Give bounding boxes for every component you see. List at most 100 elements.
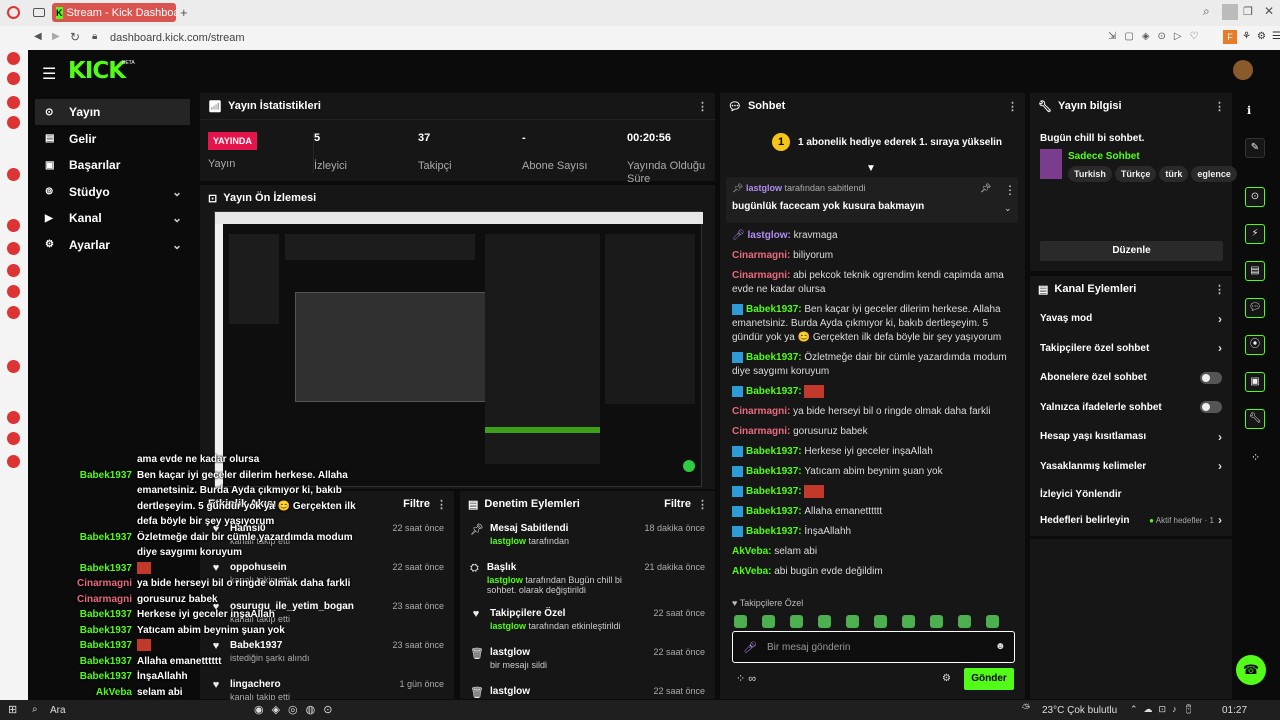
- moderation-user[interactable]: lastglow: [487, 575, 523, 585]
- emote-icon[interactable]: [846, 615, 859, 628]
- browser-tab[interactable]: KStream - Kick Dashboard: [52, 3, 176, 22]
- search-icon[interactable]: ⌕: [1203, 4, 1210, 19]
- restore-icon[interactable]: ❐: [1243, 5, 1253, 18]
- close-icon[interactable]: ✕: [1264, 4, 1274, 18]
- chat-username[interactable]: Babek1937: [746, 466, 798, 477]
- chat-bubble-icon[interactable]: 💬︎: [1245, 298, 1265, 318]
- chat-username[interactable]: Babek1937: [746, 506, 798, 517]
- sidebar-app-icon[interactable]: [7, 96, 20, 109]
- url-text[interactable]: dashboard.kick.com/stream: [110, 32, 245, 44]
- profile-icon[interactable]: F: [1223, 30, 1237, 44]
- moderation-item[interactable]: 📌︎ Mesaj Sabitlendi lastglow tarafından 18 …: [460, 517, 715, 556]
- channel-action-row[interactable]: Hedefleri belirleyin ● Aktif hedefler · 1…: [1030, 507, 1232, 533]
- chat-username[interactable]: AkVeba: [732, 566, 768, 577]
- chat-tools-icon[interactable]: ⁘ ∞: [736, 672, 756, 685]
- channel-action-row[interactable]: İzleyici Yönlendir: [1030, 481, 1232, 507]
- nav-item-4[interactable]: ▶ Kanal ⌄: [35, 205, 190, 231]
- chat-username[interactable]: lastglow: [747, 230, 787, 241]
- forward-icon[interactable]: ▶: [52, 31, 60, 42]
- sidebar-app-icon[interactable]: [7, 168, 20, 181]
- channel-action-row[interactable]: Yasaklanmış kelimeler ›: [1030, 452, 1232, 482]
- chat-username[interactable]: Cinarmagni: [732, 250, 787, 261]
- opera-icon[interactable]: [7, 6, 20, 19]
- tag-chip[interactable]: türk: [1159, 166, 1189, 182]
- emote-icon[interactable]: [734, 615, 747, 628]
- more-icon[interactable]: ⋮: [697, 100, 708, 113]
- search-icon[interactable]: ⌕: [32, 704, 38, 715]
- sidebar-app-icon[interactable]: [7, 72, 20, 85]
- sidebar-app-icon[interactable]: [7, 360, 20, 373]
- chat-username[interactable]: Babek1937: [746, 304, 798, 315]
- chat-username[interactable]: Babek1937: [746, 446, 798, 457]
- layout-icon[interactable]: ▣: [1245, 372, 1265, 392]
- sidebar-app-icon[interactable]: [7, 411, 20, 424]
- more-icon[interactable]: ⋮: [1004, 183, 1016, 197]
- chat-username[interactable]: Babek1937: [746, 526, 798, 537]
- nav-item-3[interactable]: ⊚ Stüdyo ⌄: [35, 179, 190, 205]
- sidebar-app-icon[interactable]: [7, 285, 20, 298]
- chat-username[interactable]: Babek1937: [746, 486, 798, 497]
- info-icon[interactable]: ℹ: [1247, 104, 1251, 117]
- moderation-user[interactable]: lastglow: [490, 536, 526, 546]
- minimize-button[interactable]: [1222, 4, 1238, 20]
- extension-icons[interactable]: ⇲▢◈⊙▷♡: [1108, 31, 1207, 42]
- emote-icon[interactable]: [958, 615, 971, 628]
- nav-item-1[interactable]: ▤ Gelir: [35, 126, 190, 152]
- toolbar-icons[interactable]: ⚘⚙☰: [1242, 31, 1280, 42]
- new-tab-icon[interactable]: +: [180, 5, 188, 20]
- tag-chip[interactable]: Turkish: [1068, 166, 1112, 182]
- moderation-filter-button[interactable]: Filtre: [664, 498, 691, 510]
- settings-icon[interactable]: ⚙: [942, 673, 951, 684]
- sidebar-app-icon[interactable]: [7, 264, 20, 277]
- emote-icon[interactable]: [818, 615, 831, 628]
- back-icon[interactable]: ◀: [34, 31, 42, 42]
- support-chat-icon[interactable]: ☎: [1236, 655, 1266, 685]
- nav-item-5[interactable]: ⚙ Ayarlar ⌄: [35, 232, 190, 258]
- moderation-item[interactable]: ⛭ Başlık lastglow tarafından Bugün chill b…: [460, 556, 715, 602]
- moderation-item[interactable]: ♥ Takipçilere Özel lastglow tarafından etk…: [460, 602, 715, 641]
- channel-action-row[interactable]: Yalnızca ifadelerle sohbet: [1030, 393, 1232, 423]
- activity-filter-button[interactable]: Filtre: [403, 498, 430, 510]
- chat-username[interactable]: Cinarmagni: [732, 426, 787, 437]
- wrench-icon[interactable]: 🔧︎: [1245, 409, 1265, 429]
- tag-chip[interactable]: Türkçe: [1114, 166, 1157, 182]
- camera-icon[interactable]: ⊙: [1245, 187, 1265, 207]
- more-icon[interactable]: ⋮: [1214, 100, 1225, 113]
- sidebar-app-icon[interactable]: [7, 242, 20, 255]
- sidebar-app-icon[interactable]: [7, 455, 20, 468]
- emote-icon[interactable]: [790, 615, 803, 628]
- edit-button[interactable]: Düzenle: [1040, 241, 1223, 261]
- toggle-switch[interactable]: [1200, 371, 1222, 384]
- emote-icon[interactable]: [902, 615, 915, 628]
- chat-input[interactable]: 🎤︎ Bir mesaj gönderin ☻: [732, 631, 1015, 663]
- menu-icon[interactable]: ☰: [42, 64, 56, 84]
- tag-chip[interactable]: eglence: [1191, 166, 1237, 182]
- sidebar-app-icon[interactable]: [7, 52, 20, 65]
- expand-icon[interactable]: ⌄: [1004, 203, 1012, 214]
- pinned-user[interactable]: lastglow: [746, 183, 782, 193]
- user-avatar[interactable]: [1233, 60, 1253, 80]
- gift-leaderboard-banner[interactable]: 1 1 abonelik hediye ederek 1. sıraya yük…: [772, 133, 1002, 151]
- chat-username[interactable]: AkVeba: [732, 546, 768, 557]
- unpin-icon[interactable]: 📌︎: [980, 183, 991, 194]
- more-icon[interactable]: ⋮: [1007, 100, 1018, 113]
- moderation-user[interactable]: lastglow: [490, 621, 526, 631]
- more-icon[interactable]: ⋮: [436, 498, 447, 511]
- preview-video[interactable]: [214, 211, 703, 488]
- sidebar-app-icon[interactable]: [7, 116, 20, 129]
- collapse-icon[interactable]: ▼: [866, 163, 876, 174]
- broadcast-icon[interactable]: ⦿: [1245, 335, 1265, 355]
- weather-text[interactable]: 23°C Çok bulutlu: [1042, 705, 1117, 716]
- lightning-icon[interactable]: ⚡︎: [1245, 224, 1265, 244]
- more-icon[interactable]: ⋮: [1214, 283, 1225, 296]
- toggle-switch[interactable]: [1200, 401, 1222, 414]
- emote-icon[interactable]: [930, 615, 943, 628]
- more-icon[interactable]: ⋮: [697, 498, 708, 511]
- emote-icon[interactable]: [874, 615, 887, 628]
- moderation-item[interactable]: 🗑︎ lastglow bir mesajı sildi 22 saat önce: [460, 641, 715, 680]
- emote-icon[interactable]: [762, 615, 775, 628]
- notes-icon[interactable]: ▤: [1245, 261, 1265, 281]
- edit-layout-icon[interactable]: ✎: [1245, 138, 1265, 158]
- send-button[interactable]: Gönder: [964, 668, 1014, 690]
- sidebar-app-icon[interactable]: [7, 432, 20, 445]
